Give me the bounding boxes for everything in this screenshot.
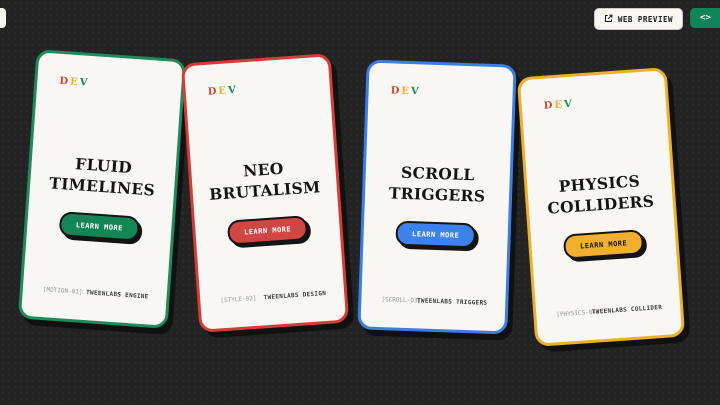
card-title: FLUID TIMELINES [48, 154, 156, 200]
collapsed-panel-tab[interactable] [0, 8, 6, 28]
external-link-icon [604, 14, 613, 25]
card-fluid-timelines: DEV FLUID TIMELINES LEARN MORE [MOTION-01… [17, 49, 187, 329]
dev-logo: DEV [207, 84, 239, 98]
dev-logo: DEV [59, 75, 90, 89]
card-physics-colliders: DEV PHYSICS COLLIDERS LEARN MORE [PHYSICS… [516, 67, 686, 347]
code-toggle-button[interactable]: <> [690, 8, 720, 28]
card-brand: TWEENLABS TRIGGERS [416, 297, 488, 307]
card-title: NEO BRUTALISM [208, 158, 322, 204]
code-icon: <> [700, 13, 711, 23]
card-title: PHYSICS COLLIDERS [546, 171, 655, 218]
learn-more-button[interactable]: LEARN MORE [58, 211, 141, 242]
card-brand: TWEENLABS COLLIDER [591, 303, 663, 316]
learn-more-button[interactable]: LEARN MORE [395, 220, 477, 249]
card-scroll-triggers: DEV SCROLL TRIGGERS LEARN MORE [SCROLL-03… [357, 59, 517, 335]
learn-more-button[interactable]: LEARN MORE [226, 215, 309, 246]
web-preview-button[interactable]: WEB PREVIEW [593, 8, 683, 30]
card-code: [STYLE-02] [220, 294, 257, 305]
card-brand: TWEENLABS DESIGN [263, 289, 327, 302]
top-action-bar: WEB PREVIEW <> [593, 8, 720, 30]
dev-logo: DEV [390, 85, 421, 98]
card-code: [MOTION-01] [42, 286, 83, 296]
card-brand: TWEENLABS ENGINE [85, 289, 149, 301]
learn-more-button[interactable]: LEARN MORE [562, 229, 645, 260]
dev-logo: DEV [543, 98, 575, 112]
card-code: [SCROLL-03] [381, 296, 422, 305]
web-preview-label: WEB PREVIEW [617, 14, 673, 24]
card-neo-brutalism: DEV NEO BRUTALISM LEARN MORE [STYLE-02] T… [180, 53, 350, 333]
card-title: SCROLL TRIGGERS [388, 162, 486, 206]
